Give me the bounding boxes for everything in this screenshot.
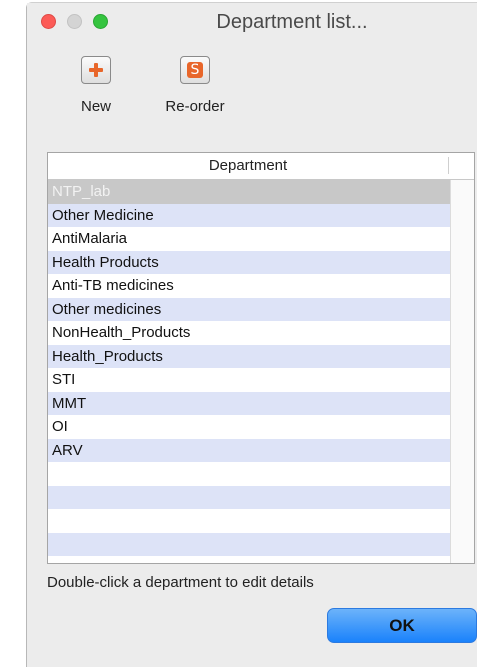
table-row[interactable]: Anti-TB medicines <box>48 274 451 298</box>
empty-row <box>48 485 451 509</box>
new-button[interactable]: New <box>66 56 126 115</box>
zoom-window-button[interactable] <box>93 14 108 29</box>
new-button-label: New <box>80 98 111 115</box>
add-icon <box>81 56 111 84</box>
column-divider <box>448 157 449 174</box>
empty-row <box>48 532 451 556</box>
minimize-window-button[interactable] <box>67 14 82 29</box>
table-row[interactable]: AntiMalaria <box>48 227 451 251</box>
table-row[interactable]: Health Products <box>48 250 451 274</box>
close-window-button[interactable] <box>41 14 56 29</box>
table-row[interactable]: MMT <box>48 391 451 415</box>
empty-row <box>48 462 451 486</box>
vertical-scrollbar[interactable] <box>450 180 474 563</box>
table-row[interactable]: NTP_lab <box>48 180 451 204</box>
department-column-header[interactable]: Department <box>48 157 448 174</box>
hint-text: Double-click a department to edit detail… <box>47 574 314 591</box>
table-row[interactable]: NonHealth_Products <box>48 321 451 345</box>
table-row[interactable]: STI <box>48 368 451 392</box>
empty-row <box>48 509 451 533</box>
table-row[interactable]: Health_Products <box>48 344 451 368</box>
ok-button[interactable]: OK <box>327 608 477 643</box>
table-row[interactable]: Other Medicine <box>48 203 451 227</box>
department-table[interactable]: Department NTP_lab Other Medicine AntiMala… <box>47 152 475 564</box>
table-rows: NTP_lab Other Medicine AntiMalaria Health P… <box>48 180 451 556</box>
window-title: Department list... <box>216 11 368 33</box>
department-list-window: Department list... New S Re-order Depart… <box>26 2 477 667</box>
table-row[interactable]: OI <box>48 415 451 439</box>
reorder-button-label: Re-order <box>165 98 225 115</box>
title-bar[interactable]: Department list... <box>27 3 477 43</box>
reorder-icon: S <box>180 56 210 84</box>
reorder-button[interactable]: S Re-order <box>155 56 235 115</box>
table-row[interactable]: ARV <box>48 438 451 462</box>
table-row[interactable]: Other medicines <box>48 297 451 321</box>
table-header: Department <box>48 153 474 180</box>
